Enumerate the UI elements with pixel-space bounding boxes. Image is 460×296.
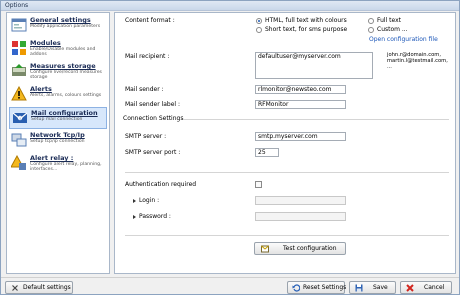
- mail-configuration-panel: Content format : HTML, full text with co…: [114, 12, 456, 274]
- undo-icon: [292, 284, 300, 292]
- section-divider: [183, 119, 449, 120]
- sidebar-item-label: Mail configuration: [31, 109, 98, 117]
- connection-settings-heading: Connection Settings: [123, 115, 184, 122]
- format-short-radio[interactable]: [256, 27, 262, 33]
- alert-icon: [11, 86, 27, 101]
- test-configuration-label: Test configuration: [283, 245, 337, 252]
- cancel-button[interactable]: Cancel: [400, 281, 452, 294]
- close-icon: [12, 285, 18, 291]
- sidebar-item-label: Alert relay :: [30, 154, 74, 162]
- mail-sender-label: Mail sender :: [125, 86, 164, 93]
- format-html-label: HTML, full text with colours: [265, 17, 347, 24]
- recipient-examples: john.r@domain.com, martin.l@testmail.com…: [387, 52, 448, 70]
- reset-settings-button[interactable]: Reset Settings: [287, 281, 347, 294]
- sidebar-item-mail-configuration[interactable]: i Mail configuration Setup mail connecti…: [9, 107, 107, 129]
- sidebar-item-description: Setup tcp/ip connection: [30, 139, 85, 144]
- save-icon: [355, 284, 363, 292]
- sidebar-item-label: Measures storage: [30, 62, 96, 70]
- mail-sender-label-label: Mail sender label :: [125, 101, 181, 108]
- mail-sender-label-input[interactable]: RFMonitor: [255, 100, 346, 109]
- format-custom-label: Custom ...: [377, 26, 408, 33]
- cancel-icon: [406, 284, 414, 292]
- password-label: Password :: [139, 213, 171, 220]
- title-bar: Options: [1, 1, 459, 11]
- sidebar-item-label: Alerts: [30, 85, 52, 93]
- open-configuration-file-link[interactable]: Open configuration file: [369, 36, 438, 43]
- section-divider: [125, 172, 449, 173]
- network-icon: [11, 133, 27, 147]
- alert-relay-icon: [11, 155, 26, 170]
- format-full-label: Full text: [377, 17, 402, 24]
- options-sidebar: General settings Modify application para…: [6, 12, 110, 274]
- modules-icon: [12, 41, 26, 55]
- sidebar-item-modules[interactable]: Modules Enable/Disable modules and addon…: [9, 38, 107, 60]
- storage-icon: [12, 64, 26, 76]
- sidebar-item-label: General settings: [30, 16, 91, 24]
- sidebar-item-alert-relay[interactable]: Alert relay : Configure alert relay, pla…: [9, 153, 107, 175]
- window-title: Options: [5, 2, 29, 9]
- options-window: Options General settings Modify applicat…: [0, 0, 460, 295]
- sidebar-item-description: Configure alert relay, planning, interfa…: [30, 162, 102, 172]
- sidebar-item-description: Modify application parameters: [30, 24, 101, 29]
- login-label: Login :: [139, 197, 160, 204]
- reset-settings-label: Reset Settings: [303, 284, 347, 291]
- smtp-server-label: SMTP server :: [125, 133, 167, 140]
- svg-text:i: i: [19, 116, 20, 121]
- content-format-label: Content format :: [125, 17, 175, 24]
- sidebar-item-description: Setup mail connection: [31, 117, 83, 122]
- default-settings-label: Default settings: [23, 284, 71, 291]
- test-icon: [261, 245, 269, 253]
- save-label: Save: [373, 284, 388, 291]
- save-button[interactable]: Save: [349, 281, 396, 294]
- format-full-radio[interactable]: [368, 18, 374, 24]
- sidebar-item-alerts[interactable]: Alerts Alerts, alarms, colours settings: [9, 84, 107, 106]
- format-short-label: Short text, for sms purpose: [265, 26, 348, 33]
- sidebar-item-label: Network Tcp/Ip: [30, 131, 85, 139]
- smtp-port-input[interactable]: 25: [255, 148, 279, 157]
- password-arrow-icon: [133, 215, 136, 219]
- mail-icon: i: [12, 112, 28, 123]
- format-html-radio[interactable]: [256, 18, 262, 24]
- sidebar-item-general-settings[interactable]: General settings Modify application para…: [9, 15, 107, 37]
- default-settings-button[interactable]: Default settings: [5, 281, 73, 294]
- smtp-port-label: SMTP server port :: [125, 149, 181, 156]
- smtp-server-input[interactable]: smtp.myserver.com: [255, 132, 346, 141]
- password-input[interactable]: [255, 212, 346, 221]
- authentication-required-label: Authentication required: [125, 181, 197, 188]
- mail-sender-input[interactable]: rlmonitor@newsteo.com: [255, 85, 346, 94]
- test-configuration-button[interactable]: Test configuration: [254, 242, 346, 255]
- footer-bar: Default settings Reset Settings Save Can…: [1, 277, 459, 296]
- cancel-label: Cancel: [424, 284, 445, 291]
- section-divider: [125, 235, 449, 236]
- login-input[interactable]: [255, 196, 346, 205]
- mail-recipient-input[interactable]: defaultuser@myserver.com: [255, 52, 373, 79]
- sidebar-item-label: Modules: [30, 39, 61, 47]
- sidebar-item-description: Enable/Disable modules and addons: [30, 47, 96, 57]
- login-arrow-icon: [133, 199, 136, 203]
- settings-window-icon: [11, 18, 27, 32]
- sidebar-item-description: Alerts, alarms, colours settings: [30, 93, 102, 98]
- sidebar-item-measures-storage[interactable]: Measures storage Configure live/record m…: [9, 61, 107, 83]
- sidebar-item-description: Configure live/record measures storage: [30, 70, 102, 80]
- mail-recipient-label: Mail recipient :: [125, 53, 170, 60]
- format-custom-radio[interactable]: [368, 27, 374, 33]
- sidebar-item-network-tcpip[interactable]: Network Tcp/Ip Setup tcp/ip connection: [9, 130, 107, 152]
- authentication-required-checkbox[interactable]: [255, 181, 262, 188]
